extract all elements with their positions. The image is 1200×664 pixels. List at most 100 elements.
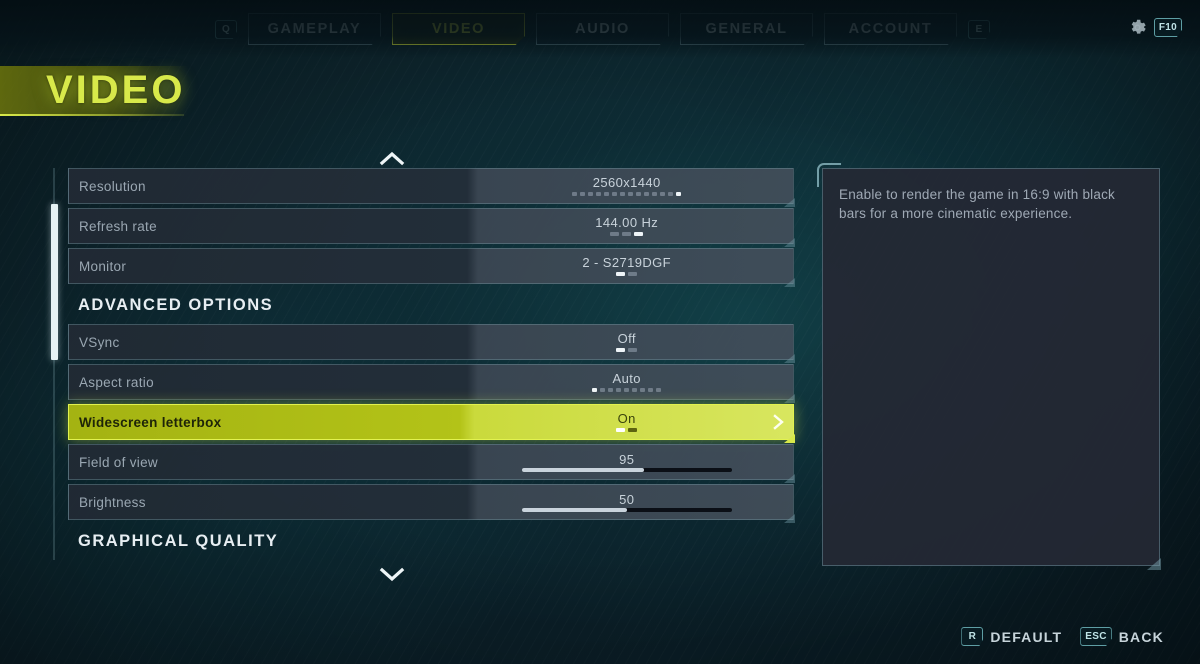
step-segment bbox=[608, 387, 614, 392]
step-segment bbox=[628, 347, 638, 352]
setting-value-group: Auto bbox=[474, 365, 779, 399]
setting-label: VSync bbox=[79, 334, 120, 350]
step-segment bbox=[600, 387, 606, 392]
setting-step-indicator[interactable] bbox=[616, 427, 638, 432]
step-segment bbox=[616, 347, 626, 352]
game-settings-screen: Q GAMEPLAYVIDEOAUDIOGENERALACCOUNT E F10… bbox=[0, 0, 1200, 664]
setting-slider-fill bbox=[521, 467, 644, 472]
step-segment bbox=[620, 191, 626, 196]
chevron-right-icon[interactable] bbox=[772, 413, 785, 431]
setting-value-group: 50 bbox=[474, 485, 779, 519]
step-segment bbox=[628, 271, 638, 276]
step-segment bbox=[644, 191, 650, 196]
step-segment bbox=[628, 191, 634, 196]
setting-label: Resolution bbox=[79, 178, 146, 194]
footer-hint-label: DEFAULT bbox=[990, 628, 1063, 645]
setting-value-group: 2560x1440 bbox=[474, 169, 779, 203]
setting-value: 2560x1440 bbox=[592, 175, 661, 190]
setting-label: Widescreen letterbox bbox=[79, 414, 222, 430]
footer-hint-label: BACK bbox=[1118, 628, 1164, 645]
step-segment bbox=[636, 191, 642, 196]
section-header: GRAPHICAL QUALITY bbox=[68, 524, 794, 558]
section-header-label: GRAPHICAL QUALITY bbox=[78, 531, 279, 550]
section-header-label: ADVANCED OPTIONS bbox=[78, 295, 274, 314]
step-segment bbox=[596, 191, 602, 196]
setting-value: 144.00 Hz bbox=[595, 215, 659, 230]
setting-step-indicator[interactable] bbox=[610, 231, 644, 236]
setting-label: Refresh rate bbox=[79, 218, 157, 234]
setting-value: Auto bbox=[612, 371, 641, 386]
settings-scrollbar-track[interactable] bbox=[50, 168, 58, 560]
setting-value-group: 95 bbox=[474, 445, 779, 479]
step-segment bbox=[676, 191, 682, 196]
settings-list: Resolution 2560x1440 Refresh rate 144.00 Hz… bbox=[68, 168, 794, 566]
step-segment bbox=[652, 191, 658, 196]
setting-row-aspect-ratio[interactable]: Aspect ratio Auto bbox=[68, 364, 794, 400]
footer-hint-back[interactable]: ESC BACK bbox=[1080, 627, 1164, 646]
settings-scrollbar-thumb[interactable] bbox=[50, 204, 58, 360]
step-segment bbox=[580, 191, 586, 196]
chevron-up-icon[interactable] bbox=[378, 150, 406, 166]
setting-value: 50 bbox=[619, 491, 635, 507]
setting-value-group: 144.00 Hz bbox=[474, 209, 779, 243]
setting-value: On bbox=[617, 411, 636, 426]
gear-icon bbox=[1128, 18, 1147, 37]
page-title-underline bbox=[0, 114, 184, 116]
setting-step-indicator[interactable] bbox=[572, 191, 682, 196]
setting-row-refresh-rate[interactable]: Refresh rate 144.00 Hz bbox=[68, 208, 794, 244]
setting-step-indicator[interactable] bbox=[616, 347, 638, 352]
setting-label: Field of view bbox=[79, 454, 158, 470]
setting-description-text: Enable to render the game in 16:9 with b… bbox=[839, 187, 1115, 221]
settings-shortcut-group[interactable]: F10 bbox=[1128, 18, 1182, 37]
setting-value: 95 bbox=[619, 451, 635, 467]
setting-step-indicator[interactable] bbox=[592, 387, 662, 392]
setting-value-group: 2 - S2719DGF bbox=[474, 249, 779, 283]
footer-key-hints: R DEFAULT ESC BACK bbox=[961, 627, 1164, 646]
setting-row-field-of-view[interactable]: Field of view 95 bbox=[68, 444, 794, 480]
step-segment bbox=[616, 271, 626, 276]
setting-value-group: Off bbox=[474, 325, 779, 359]
step-segment bbox=[632, 387, 638, 392]
setting-label: Brightness bbox=[79, 494, 146, 510]
setting-value: 2 - S2719DGF bbox=[582, 255, 672, 270]
setting-label: Monitor bbox=[79, 258, 127, 274]
setting-label: Aspect ratio bbox=[79, 374, 154, 390]
setting-row-brightness[interactable]: Brightness 50 bbox=[68, 484, 794, 520]
step-segment bbox=[612, 191, 618, 196]
section-header: ADVANCED OPTIONS bbox=[68, 288, 794, 322]
step-segment bbox=[656, 387, 662, 392]
step-segment bbox=[660, 191, 666, 196]
step-segment bbox=[634, 231, 644, 236]
setting-description-panel: Enable to render the game in 16:9 with b… bbox=[817, 163, 1160, 566]
setting-step-indicator[interactable] bbox=[616, 271, 638, 276]
page-title: VIDEO bbox=[46, 68, 186, 112]
step-segment bbox=[592, 387, 598, 392]
setting-value: Off bbox=[617, 331, 636, 346]
top-bar bbox=[0, 0, 1200, 58]
step-segment bbox=[622, 231, 632, 236]
setting-slider-fill bbox=[521, 507, 627, 512]
step-segment bbox=[604, 191, 610, 196]
step-segment bbox=[668, 191, 674, 196]
setting-slider[interactable] bbox=[521, 507, 732, 512]
step-segment bbox=[616, 427, 626, 432]
step-segment bbox=[588, 191, 594, 196]
key-badge: R bbox=[961, 627, 984, 646]
step-segment bbox=[624, 387, 630, 392]
setting-value-group: On bbox=[474, 405, 779, 439]
step-segment bbox=[628, 427, 638, 432]
footer-hint-default[interactable]: R DEFAULT bbox=[961, 627, 1062, 646]
setting-row-widescreen-letterbox[interactable]: Widescreen letterbox On bbox=[68, 404, 794, 440]
step-segment bbox=[572, 191, 578, 196]
setting-row-vsync[interactable]: VSync Off bbox=[68, 324, 794, 360]
settings-key-badge[interactable]: F10 bbox=[1153, 18, 1182, 37]
step-segment bbox=[640, 387, 646, 392]
step-segment bbox=[610, 231, 620, 236]
chevron-down-icon[interactable] bbox=[378, 566, 406, 582]
setting-row-monitor[interactable]: Monitor 2 - S2719DGF bbox=[68, 248, 794, 284]
setting-row-resolution[interactable]: Resolution 2560x1440 bbox=[68, 168, 794, 204]
key-badge: ESC bbox=[1080, 627, 1112, 646]
step-segment bbox=[648, 387, 654, 392]
step-segment bbox=[616, 387, 622, 392]
setting-slider[interactable] bbox=[521, 467, 732, 472]
